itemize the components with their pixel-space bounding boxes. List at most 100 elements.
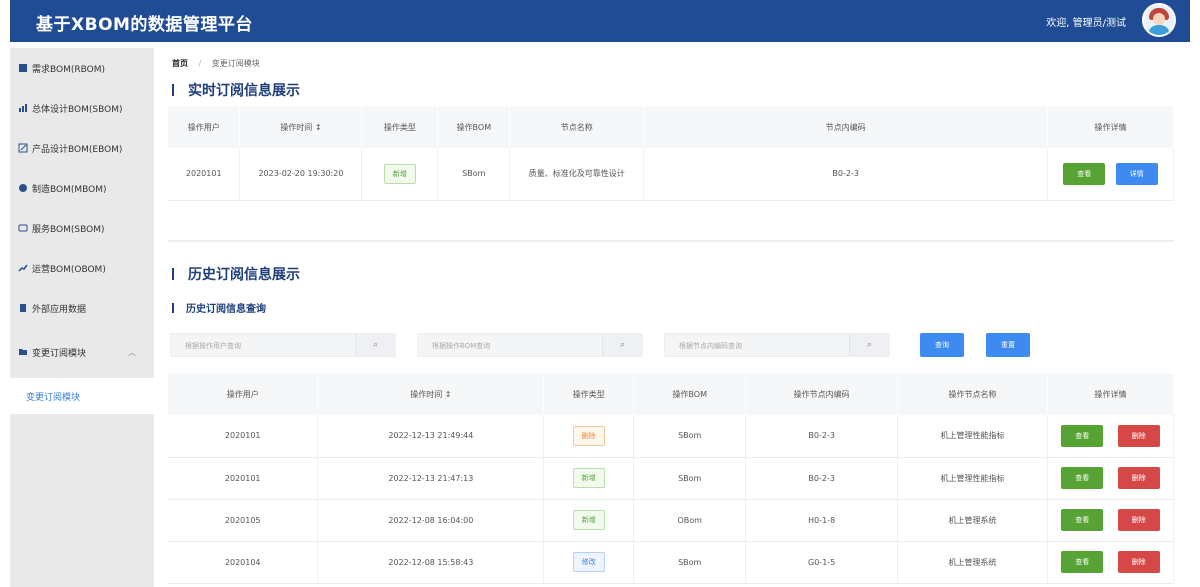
cell-node: 机上管理系统 bbox=[897, 499, 1048, 542]
sidebar-item-label: 制造BOM(MBOM) bbox=[32, 184, 107, 195]
sidebar-item-label: 产品设计BOM(EBOM) bbox=[32, 144, 123, 155]
sidebar-item-label: 外部应用数据 bbox=[32, 304, 87, 315]
sidebar-item-external-data[interactable]: 外部应用数据 bbox=[10, 288, 154, 328]
table-row: 2020104 2022-12-08 15:58:43 修改 SBom G0-1… bbox=[168, 541, 1174, 584]
view-button[interactable]: 查看 bbox=[1061, 424, 1104, 447]
cell-actions: 查看 删除 bbox=[1047, 499, 1174, 542]
avatar[interactable] bbox=[1142, 3, 1176, 37]
sidebar-item-obom[interactable]: 运营BOM(OBOM) bbox=[10, 248, 154, 288]
edit-icon bbox=[18, 143, 28, 153]
sidebar-item-label: 服务BOM(SBOM) bbox=[32, 224, 105, 235]
service-icon bbox=[18, 223, 28, 233]
cell-user: 2020101 bbox=[168, 457, 319, 500]
cell-user: 2020101 bbox=[168, 415, 319, 458]
search-placeholder: 根据节点内编码查询 bbox=[679, 342, 742, 350]
sidebar-item-mbom[interactable]: 制造BOM(MBOM) bbox=[10, 168, 154, 208]
search-placeholder: 根据操作用户查询 bbox=[185, 342, 241, 350]
app-title: 基于XBOM的数据管理平台 bbox=[36, 15, 253, 35]
cell-bom: SBom bbox=[633, 415, 747, 458]
sidebar-item-sbom[interactable]: 总体设计BOM(SBOM) bbox=[10, 88, 154, 128]
search-bom-input[interactable]: 根据操作BOM查询 ⌕ bbox=[417, 333, 643, 357]
search-placeholder: 根据操作BOM查询 bbox=[432, 342, 491, 350]
sidebar-item-label: 变更订阅模块 bbox=[32, 348, 87, 359]
cell-type: 删除 bbox=[543, 415, 635, 458]
search-code-input[interactable]: 根据节点内编码查询 ⌕ bbox=[664, 333, 890, 357]
table-row: 2020105 2022-12-08 16:04:00 新增 OBom H0-1… bbox=[168, 499, 1174, 542]
delete-button[interactable]: 删除 bbox=[1117, 467, 1160, 489]
search-icon[interactable]: ⌕ bbox=[849, 334, 889, 356]
type-tag: 新增 bbox=[383, 163, 416, 184]
view-button[interactable]: 查看 bbox=[1061, 509, 1104, 531]
col-header: 操作详情 bbox=[1047, 106, 1174, 148]
detail-button[interactable]: 详情 bbox=[1115, 162, 1158, 185]
cell-node: 机上管理性能指标 bbox=[897, 457, 1048, 500]
type-tag: 修改 bbox=[572, 552, 605, 572]
table-header-row: 操作用户 操作时间 ↕ 操作类型 操作BOM 操作节点内编码 操作节点名称 操作… bbox=[168, 373, 1174, 415]
breadcrumb: 首页 / 变更订阅模块 bbox=[172, 58, 260, 69]
col-header: 操作BOM bbox=[437, 106, 511, 148]
table-row: 2020101 2022-12-13 21:49:44 删除 SBom B0-2… bbox=[168, 415, 1174, 458]
delete-button[interactable]: 删除 bbox=[1117, 551, 1160, 573]
cell-code: H0-1-8 bbox=[745, 499, 899, 542]
reset-button[interactable]: 重置 bbox=[986, 333, 1030, 357]
query-button[interactable]: 查询 bbox=[920, 333, 964, 357]
cell-time: 2022-12-13 21:49:44 bbox=[317, 415, 545, 458]
sidebar-item-service-bom[interactable]: 服务BOM(SBOM) bbox=[10, 208, 154, 248]
type-tag: 新增 bbox=[572, 468, 605, 488]
delete-button[interactable]: 删除 bbox=[1117, 509, 1160, 531]
col-header[interactable]: 操作时间 ↕ bbox=[317, 373, 545, 415]
cell-actions: 查看 删除 bbox=[1047, 541, 1174, 584]
grid-icon bbox=[18, 63, 28, 73]
user-greeting[interactable]: 欢迎, 管理员/测试 bbox=[1046, 14, 1126, 29]
cell-code: B0-2-3 bbox=[643, 148, 1049, 201]
cell-time: 2022-12-13 21:47:13 bbox=[317, 457, 545, 500]
col-header: 操作类型 bbox=[361, 106, 439, 148]
view-button[interactable]: 查看 bbox=[1061, 551, 1104, 573]
sidebar-item-ebom[interactable]: 产品设计BOM(EBOM) bbox=[10, 128, 154, 168]
cell-user: 2020101 bbox=[168, 148, 241, 201]
top-header: 基于XBOM的数据管理平台 欢迎, 管理员/测试 bbox=[10, 0, 1190, 42]
breadcrumb-current: 变更订阅模块 bbox=[211, 59, 260, 68]
cell-code: G0-1-5 bbox=[745, 541, 899, 584]
cell-node: 质量、标准化及可靠性设计 bbox=[509, 148, 645, 201]
type-tag: 新增 bbox=[572, 510, 605, 530]
type-tag: 删除 bbox=[572, 425, 605, 446]
view-button[interactable]: 查看 bbox=[1061, 467, 1104, 489]
realtime-table: 操作用户 操作时间 ↕ 操作类型 操作BOM 节点名称 节点内编码 操作详情 2… bbox=[168, 106, 1174, 201]
breadcrumb-home[interactable]: 首页 bbox=[172, 59, 188, 68]
trend-icon bbox=[18, 263, 28, 273]
sidebar-subitem-active[interactable]: 变更订阅模块 bbox=[10, 378, 154, 414]
gear-icon bbox=[18, 183, 28, 193]
view-button[interactable]: 查看 bbox=[1063, 162, 1106, 185]
cell-time: 2022-12-08 16:04:00 bbox=[317, 499, 545, 542]
cell-user: 2020105 bbox=[168, 499, 319, 542]
sidebar-item-label: 需求BOM(RBOM) bbox=[32, 64, 106, 75]
search-icon[interactable]: ⌕ bbox=[602, 334, 642, 356]
delete-button[interactable]: 删除 bbox=[1117, 424, 1160, 447]
col-header: 节点名称 bbox=[509, 106, 645, 148]
cell-type: 新增 bbox=[361, 148, 439, 201]
folder-icon bbox=[18, 347, 28, 357]
cell-user: 2020104 bbox=[168, 541, 319, 584]
search-user-input[interactable]: 根据操作用户查询 ⌕ bbox=[170, 333, 396, 357]
doc-icon bbox=[18, 303, 28, 313]
col-header[interactable]: 操作时间 ↕ bbox=[239, 106, 363, 148]
col-header: 节点内编码 bbox=[643, 106, 1049, 148]
cell-actions: 查看 详情 bbox=[1047, 148, 1174, 201]
cell-type: 新增 bbox=[543, 499, 635, 542]
sidebar-item-rbom[interactable]: 需求BOM(RBOM) bbox=[10, 48, 154, 88]
col-header: 操作节点内编码 bbox=[745, 373, 899, 415]
cell-type: 修改 bbox=[543, 541, 635, 584]
breadcrumb-separator: / bbox=[198, 59, 202, 68]
sidebar-item-change-subscription[interactable]: 变更订阅模块 ︿ bbox=[10, 332, 154, 372]
chevron-up-icon: ︿ bbox=[128, 347, 136, 357]
cell-time: 2023-02-20 19:30:20 bbox=[239, 148, 363, 201]
table-row: 2020101 2023-02-20 19:30:20 新增 SBom 质量、标… bbox=[168, 148, 1174, 201]
search-icon[interactable]: ⌕ bbox=[355, 334, 395, 356]
cell-time: 2022-12-08 15:58:43 bbox=[317, 541, 545, 584]
chart-icon bbox=[18, 103, 28, 113]
history-table: 操作用户 操作时间 ↕ 操作类型 操作BOM 操作节点内编码 操作节点名称 操作… bbox=[168, 373, 1174, 584]
cell-actions: 查看 删除 bbox=[1047, 415, 1174, 458]
cell-node: 机上管理性能指标 bbox=[897, 415, 1048, 458]
table-header-row: 操作用户 操作时间 ↕ 操作类型 操作BOM 节点名称 节点内编码 操作详情 bbox=[168, 106, 1174, 148]
